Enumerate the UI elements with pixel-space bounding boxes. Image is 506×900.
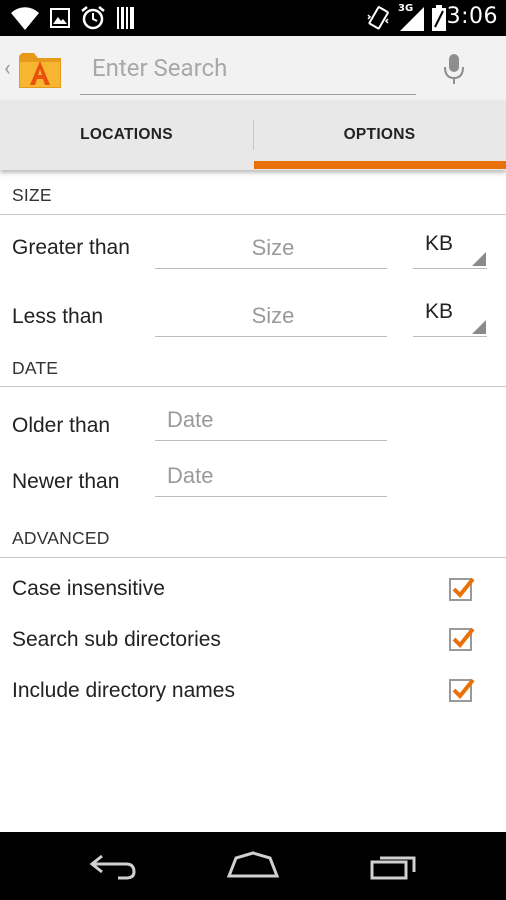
search-input[interactable] (80, 42, 424, 94)
include-directory-names-checkbox[interactable] (449, 677, 475, 703)
back-chevron-icon[interactable]: ‹ (4, 56, 11, 81)
less-than-unit-spinner[interactable]: KB (413, 296, 487, 337)
tab-options[interactable]: OPTIONS (253, 100, 506, 170)
image-icon (50, 8, 70, 28)
app-logo-icon[interactable] (16, 44, 64, 92)
greater-than-unit-spinner[interactable]: KB (413, 228, 487, 269)
size-section-divider (0, 214, 506, 215)
microphone-icon[interactable] (442, 52, 466, 86)
greater-than-size-field[interactable] (155, 228, 391, 269)
advanced-section-header: ADVANCED (12, 528, 110, 548)
older-than-label: Older than (12, 414, 111, 437)
newer-than-label: Newer than (12, 470, 120, 493)
case-insensitive-label: Case insensitive (12, 577, 165, 600)
case-insensitive-checkbox[interactable] (449, 576, 475, 602)
clock: 3:06 (446, 4, 498, 29)
less-than-size-field[interactable] (155, 296, 391, 337)
spinner-arrow-icon (472, 320, 486, 334)
vibrate-icon (367, 6, 389, 30)
greater-than-label: Greater than (12, 236, 130, 259)
size-section-header: SIZE (12, 185, 52, 205)
search-field[interactable] (80, 42, 424, 95)
action-bar: ‹ (0, 36, 506, 100)
newer-than-date-input[interactable] (155, 456, 401, 496)
spinner-arrow-icon (472, 252, 486, 266)
older-than-date-input[interactable] (155, 400, 401, 440)
greater-than-unit-value: KB (425, 232, 454, 255)
greater-than-size-input[interactable] (155, 228, 391, 268)
older-than-date-field[interactable] (155, 400, 401, 441)
back-icon[interactable] (88, 850, 138, 882)
signal-icon (400, 7, 424, 31)
date-section-divider (0, 386, 506, 387)
search-sub-directories-checkbox[interactable] (449, 626, 475, 652)
advanced-section-divider (0, 557, 506, 558)
status-bar: 3G 3:06 (0, 0, 506, 36)
alarm-icon (81, 6, 105, 30)
battery-icon (432, 5, 446, 31)
less-than-label: Less than (12, 305, 104, 328)
tab-locations[interactable]: LOCATIONS (0, 100, 253, 170)
search-sub-directories-label: Search sub directories (12, 628, 221, 651)
include-directory-names-label: Include directory names (12, 679, 235, 702)
navigation-bar (0, 832, 506, 900)
barcode-icon (117, 7, 134, 29)
home-icon[interactable] (226, 850, 280, 882)
newer-than-date-field[interactable] (155, 456, 401, 497)
less-than-size-input[interactable] (155, 296, 391, 336)
date-section-header: DATE (12, 358, 59, 378)
active-tab-indicator (254, 161, 506, 169)
wifi-icon (11, 7, 39, 30)
recent-apps-icon[interactable] (368, 850, 420, 882)
less-than-unit-value: KB (425, 300, 454, 323)
tab-bar: LOCATIONS OPTIONS (0, 100, 506, 170)
